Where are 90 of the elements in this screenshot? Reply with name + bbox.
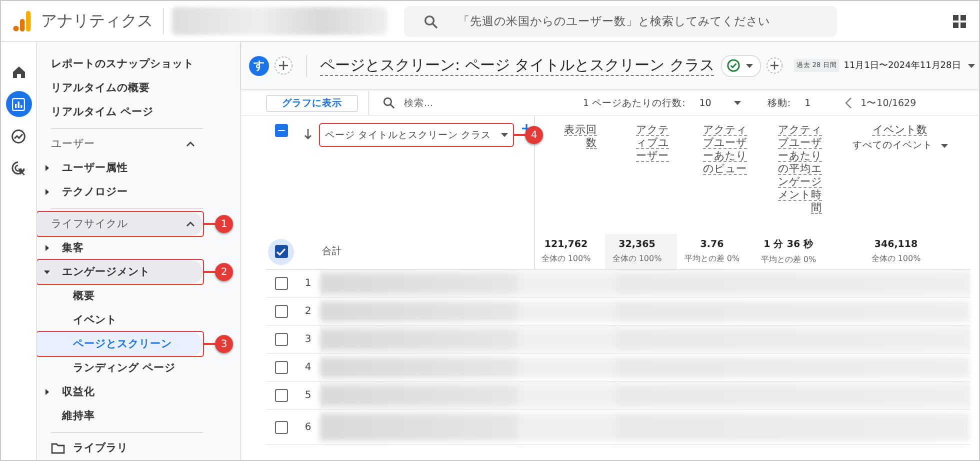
row-checkbox[interactable] bbox=[274, 277, 288, 290]
nav-item[interactable]: リアルタイムの概要 bbox=[37, 76, 203, 100]
nav-item[interactable]: ライブラリ bbox=[37, 436, 203, 460]
chevron-icon bbox=[186, 141, 195, 147]
triangle-icon bbox=[44, 165, 50, 171]
go-to-label: 移動: bbox=[767, 96, 791, 110]
leader-line bbox=[203, 343, 215, 344]
leader-line bbox=[513, 134, 526, 136]
total-note: 平均との差 0% bbox=[684, 253, 740, 264]
caret-icon bbox=[501, 133, 508, 137]
triangle-icon bbox=[44, 269, 50, 275]
total-value: 1 分 36 秒 bbox=[764, 238, 814, 251]
row-number: 6 bbox=[304, 422, 312, 432]
callout-number: 2 bbox=[215, 263, 233, 281]
table-search-field[interactable]: 検索... bbox=[402, 96, 556, 110]
rows-per-page-value[interactable]: 10 bbox=[699, 98, 712, 108]
nav-item[interactable]: リアルタイム ページ bbox=[37, 100, 203, 124]
total-note: 平均との差 0% bbox=[760, 254, 816, 265]
leader-line bbox=[203, 271, 215, 272]
nav-item[interactable]: ユーザー bbox=[37, 132, 203, 156]
total-value: 3.76 bbox=[700, 239, 724, 250]
checkbox[interactable] bbox=[268, 238, 294, 264]
add-circle-icon[interactable] bbox=[766, 57, 784, 74]
rows-per-page-label: 1 ページあたりの行数: bbox=[583, 96, 686, 110]
leader-line bbox=[203, 223, 215, 224]
nav-item[interactable]: 維持率 bbox=[37, 404, 203, 428]
total-note: 全体の 100% bbox=[871, 253, 921, 264]
row-checkbox[interactable] bbox=[274, 420, 288, 434]
go-to-page-value[interactable]: 1 bbox=[804, 98, 811, 108]
totals-label: 合計 bbox=[322, 245, 342, 258]
nav-item[interactable]: 収益化 bbox=[37, 380, 203, 404]
column-header[interactable]: アクティブユーザー bbox=[605, 116, 677, 234]
row-number: 4 bbox=[304, 362, 312, 373]
chevron-icon bbox=[186, 221, 195, 227]
row-checkbox[interactable] bbox=[274, 305, 288, 318]
row-checkbox[interactable] bbox=[274, 389, 288, 402]
caret-icon[interactable] bbox=[734, 101, 742, 105]
triangle-icon bbox=[44, 189, 50, 195]
page-range: 1〜10/1629 bbox=[860, 96, 916, 110]
report-title: ページとスクリーン: ページ タイトルとスクリーン クラス bbox=[320, 56, 714, 76]
nav-item[interactable]: レポートのスナップショット bbox=[37, 52, 203, 76]
total-value: 346,118 bbox=[874, 239, 918, 250]
callout-number: 3 bbox=[215, 335, 233, 353]
search-icon bbox=[383, 97, 395, 109]
check-circle-icon bbox=[727, 59, 740, 72]
add-circle-icon[interactable] bbox=[274, 56, 293, 75]
date-range[interactable]: 11月1日〜2024年11月28日 bbox=[844, 59, 961, 72]
total-value: 121,762 bbox=[544, 239, 588, 250]
nav-rail-button[interactable] bbox=[6, 91, 32, 117]
home-icon bbox=[12, 65, 26, 79]
nav-item[interactable]: ランディング ページ bbox=[37, 356, 203, 380]
search-field[interactable]: 「先週の米国からのユーザー数」と検索してみてください bbox=[404, 6, 837, 36]
column-header[interactable]: イベント数 すべてのイベント bbox=[830, 116, 970, 234]
nav-item[interactable]: 概要 bbox=[37, 284, 203, 308]
nav-item[interactable]: ユーザー属性 bbox=[37, 156, 203, 180]
total-value: 32,365 bbox=[618, 239, 656, 250]
row-checkbox[interactable] bbox=[274, 361, 288, 374]
nav-item[interactable]: テクノロジー bbox=[37, 180, 203, 204]
check-icon bbox=[276, 248, 286, 256]
apps-grid-icon[interactable] bbox=[953, 14, 966, 28]
chart-toggle-button[interactable]: グラフに表示 bbox=[266, 94, 358, 112]
triangle-icon bbox=[44, 245, 50, 251]
folder-icon bbox=[51, 442, 65, 454]
triangle-icon bbox=[44, 389, 50, 395]
row-number: 2 bbox=[304, 306, 312, 317]
nav-item[interactable]: 集客 bbox=[37, 236, 203, 260]
row-number: 5 bbox=[304, 390, 312, 401]
column-header[interactable]: アクティブユーザーあたりの平均エンゲージメント時間 bbox=[755, 116, 830, 234]
total-note: 全体の 100% bbox=[541, 253, 591, 264]
select-all-checkbox[interactable] bbox=[274, 124, 288, 137]
app-title: アナリティクス bbox=[41, 8, 164, 34]
chevron-left-icon[interactable] bbox=[844, 97, 852, 109]
analytics-logo-icon bbox=[13, 10, 31, 32]
caret-icon bbox=[940, 144, 948, 148]
row-number: 3 bbox=[304, 334, 312, 345]
avatar-badge[interactable]: す bbox=[249, 56, 269, 76]
row-checkbox[interactable] bbox=[274, 333, 288, 346]
total-note: 全体の 100% bbox=[612, 253, 662, 264]
column-header[interactable]: アクティブユーザーあたりのビュー bbox=[677, 116, 755, 234]
target-cursor-icon bbox=[11, 160, 26, 176]
status-dropdown[interactable] bbox=[721, 54, 762, 76]
sort-arrow-icon[interactable] bbox=[304, 129, 312, 140]
bar-chart-icon bbox=[12, 98, 25, 110]
caret-icon bbox=[746, 64, 754, 68]
callout-number: 1 bbox=[215, 215, 233, 233]
row-number: 1 bbox=[304, 278, 312, 289]
callout-number: 4 bbox=[525, 126, 544, 144]
trend-circle-icon bbox=[11, 128, 26, 144]
caret-icon[interactable] bbox=[968, 64, 975, 68]
nav-item[interactable]: イベント bbox=[37, 308, 203, 332]
